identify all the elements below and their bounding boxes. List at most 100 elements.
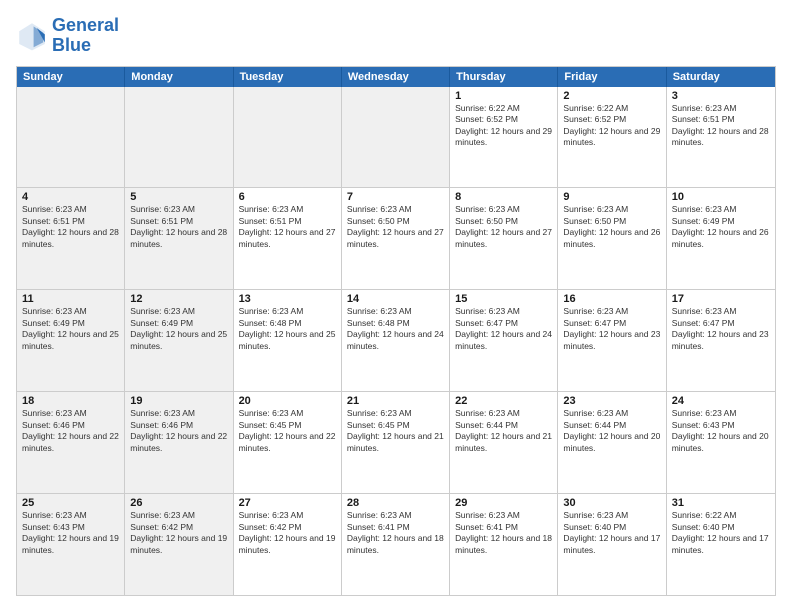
day-number: 1: [455, 90, 552, 102]
day-number: 9: [563, 191, 660, 203]
day-number: 29: [455, 497, 552, 509]
day-info: Sunrise: 6:23 AM Sunset: 6:43 PM Dayligh…: [22, 510, 119, 556]
day-info: Sunrise: 6:23 AM Sunset: 6:51 PM Dayligh…: [239, 204, 336, 250]
day-info: Sunrise: 6:23 AM Sunset: 6:51 PM Dayligh…: [672, 103, 770, 149]
day-info: Sunrise: 6:23 AM Sunset: 6:46 PM Dayligh…: [130, 408, 227, 454]
day-info: Sunrise: 6:23 AM Sunset: 6:49 PM Dayligh…: [672, 204, 770, 250]
day-number: 10: [672, 191, 770, 203]
day-number: 26: [130, 497, 227, 509]
day-number: 25: [22, 497, 119, 509]
day-info: Sunrise: 6:23 AM Sunset: 6:42 PM Dayligh…: [130, 510, 227, 556]
day-info: Sunrise: 6:23 AM Sunset: 6:40 PM Dayligh…: [563, 510, 660, 556]
calendar-cell: 5Sunrise: 6:23 AM Sunset: 6:51 PM Daylig…: [125, 188, 233, 289]
day-info: Sunrise: 6:23 AM Sunset: 6:41 PM Dayligh…: [455, 510, 552, 556]
calendar-cell: 31Sunrise: 6:22 AM Sunset: 6:40 PM Dayli…: [667, 494, 775, 595]
day-number: 2: [563, 90, 660, 102]
day-info: Sunrise: 6:23 AM Sunset: 6:44 PM Dayligh…: [563, 408, 660, 454]
calendar-cell: [17, 87, 125, 188]
day-info: Sunrise: 6:23 AM Sunset: 6:45 PM Dayligh…: [239, 408, 336, 454]
calendar-header: SundayMondayTuesdayWednesdayThursdayFrid…: [17, 67, 775, 87]
calendar-cell: 6Sunrise: 6:23 AM Sunset: 6:51 PM Daylig…: [234, 188, 342, 289]
calendar-body: 1Sunrise: 6:22 AM Sunset: 6:52 PM Daylig…: [17, 87, 775, 595]
calendar-cell: 21Sunrise: 6:23 AM Sunset: 6:45 PM Dayli…: [342, 392, 450, 493]
day-info: Sunrise: 6:23 AM Sunset: 6:51 PM Dayligh…: [130, 204, 227, 250]
calendar-cell: 2Sunrise: 6:22 AM Sunset: 6:52 PM Daylig…: [558, 87, 666, 188]
day-number: 21: [347, 395, 444, 407]
calendar-cell: 24Sunrise: 6:23 AM Sunset: 6:43 PM Dayli…: [667, 392, 775, 493]
calendar-cell: 16Sunrise: 6:23 AM Sunset: 6:47 PM Dayli…: [558, 290, 666, 391]
day-info: Sunrise: 6:23 AM Sunset: 6:50 PM Dayligh…: [563, 204, 660, 250]
day-info: Sunrise: 6:23 AM Sunset: 6:48 PM Dayligh…: [239, 306, 336, 352]
calendar-cell: 13Sunrise: 6:23 AM Sunset: 6:48 PM Dayli…: [234, 290, 342, 391]
day-info: Sunrise: 6:22 AM Sunset: 6:52 PM Dayligh…: [563, 103, 660, 149]
day-info: Sunrise: 6:23 AM Sunset: 6:43 PM Dayligh…: [672, 408, 770, 454]
calendar-cell: 4Sunrise: 6:23 AM Sunset: 6:51 PM Daylig…: [17, 188, 125, 289]
day-number: 31: [672, 497, 770, 509]
calendar: SundayMondayTuesdayWednesdayThursdayFrid…: [16, 66, 776, 596]
day-number: 14: [347, 293, 444, 305]
calendar-cell: 29Sunrise: 6:23 AM Sunset: 6:41 PM Dayli…: [450, 494, 558, 595]
day-number: 20: [239, 395, 336, 407]
day-number: 11: [22, 293, 119, 305]
calendar-row: 25Sunrise: 6:23 AM Sunset: 6:43 PM Dayli…: [17, 494, 775, 595]
day-number: 4: [22, 191, 119, 203]
weekday-header: Friday: [558, 67, 666, 87]
calendar-cell: 8Sunrise: 6:23 AM Sunset: 6:50 PM Daylig…: [450, 188, 558, 289]
day-number: 22: [455, 395, 552, 407]
calendar-cell: 23Sunrise: 6:23 AM Sunset: 6:44 PM Dayli…: [558, 392, 666, 493]
weekday-header: Wednesday: [342, 67, 450, 87]
calendar-cell: 18Sunrise: 6:23 AM Sunset: 6:46 PM Dayli…: [17, 392, 125, 493]
day-number: 13: [239, 293, 336, 305]
day-number: 16: [563, 293, 660, 305]
day-info: Sunrise: 6:23 AM Sunset: 6:47 PM Dayligh…: [563, 306, 660, 352]
day-number: 24: [672, 395, 770, 407]
day-info: Sunrise: 6:23 AM Sunset: 6:44 PM Dayligh…: [455, 408, 552, 454]
day-info: Sunrise: 6:23 AM Sunset: 6:41 PM Dayligh…: [347, 510, 444, 556]
weekday-header: Sunday: [17, 67, 125, 87]
calendar-cell: 14Sunrise: 6:23 AM Sunset: 6:48 PM Dayli…: [342, 290, 450, 391]
day-number: 17: [672, 293, 770, 305]
day-info: Sunrise: 6:23 AM Sunset: 6:51 PM Dayligh…: [22, 204, 119, 250]
day-number: 23: [563, 395, 660, 407]
calendar-cell: 1Sunrise: 6:22 AM Sunset: 6:52 PM Daylig…: [450, 87, 558, 188]
header: General Blue: [16, 16, 776, 56]
day-info: Sunrise: 6:23 AM Sunset: 6:45 PM Dayligh…: [347, 408, 444, 454]
calendar-row: 1Sunrise: 6:22 AM Sunset: 6:52 PM Daylig…: [17, 87, 775, 189]
calendar-cell: 15Sunrise: 6:23 AM Sunset: 6:47 PM Dayli…: [450, 290, 558, 391]
day-info: Sunrise: 6:23 AM Sunset: 6:50 PM Dayligh…: [455, 204, 552, 250]
calendar-cell: 30Sunrise: 6:23 AM Sunset: 6:40 PM Dayli…: [558, 494, 666, 595]
day-number: 18: [22, 395, 119, 407]
logo-text: General Blue: [52, 16, 119, 56]
calendar-row: 18Sunrise: 6:23 AM Sunset: 6:46 PM Dayli…: [17, 392, 775, 494]
calendar-cell: 28Sunrise: 6:23 AM Sunset: 6:41 PM Dayli…: [342, 494, 450, 595]
day-number: 30: [563, 497, 660, 509]
day-info: Sunrise: 6:23 AM Sunset: 6:46 PM Dayligh…: [22, 408, 119, 454]
weekday-header: Monday: [125, 67, 233, 87]
day-number: 5: [130, 191, 227, 203]
weekday-header: Tuesday: [234, 67, 342, 87]
calendar-cell: 25Sunrise: 6:23 AM Sunset: 6:43 PM Dayli…: [17, 494, 125, 595]
day-number: 3: [672, 90, 770, 102]
day-info: Sunrise: 6:23 AM Sunset: 6:47 PM Dayligh…: [455, 306, 552, 352]
calendar-cell: 27Sunrise: 6:23 AM Sunset: 6:42 PM Dayli…: [234, 494, 342, 595]
calendar-cell: 7Sunrise: 6:23 AM Sunset: 6:50 PM Daylig…: [342, 188, 450, 289]
logo: General Blue: [16, 16, 119, 56]
calendar-cell: 19Sunrise: 6:23 AM Sunset: 6:46 PM Dayli…: [125, 392, 233, 493]
day-info: Sunrise: 6:23 AM Sunset: 6:48 PM Dayligh…: [347, 306, 444, 352]
calendar-row: 11Sunrise: 6:23 AM Sunset: 6:49 PM Dayli…: [17, 290, 775, 392]
calendar-cell: 20Sunrise: 6:23 AM Sunset: 6:45 PM Dayli…: [234, 392, 342, 493]
day-info: Sunrise: 6:23 AM Sunset: 6:49 PM Dayligh…: [22, 306, 119, 352]
calendar-row: 4Sunrise: 6:23 AM Sunset: 6:51 PM Daylig…: [17, 188, 775, 290]
calendar-cell: 12Sunrise: 6:23 AM Sunset: 6:49 PM Dayli…: [125, 290, 233, 391]
page: General Blue SundayMondayTuesdayWednesda…: [0, 0, 792, 612]
day-number: 6: [239, 191, 336, 203]
calendar-cell: 22Sunrise: 6:23 AM Sunset: 6:44 PM Dayli…: [450, 392, 558, 493]
day-number: 8: [455, 191, 552, 203]
day-number: 27: [239, 497, 336, 509]
day-info: Sunrise: 6:22 AM Sunset: 6:52 PM Dayligh…: [455, 103, 552, 149]
day-info: Sunrise: 6:22 AM Sunset: 6:40 PM Dayligh…: [672, 510, 770, 556]
calendar-cell: 10Sunrise: 6:23 AM Sunset: 6:49 PM Dayli…: [667, 188, 775, 289]
calendar-cell: [234, 87, 342, 188]
weekday-header: Thursday: [450, 67, 558, 87]
day-number: 19: [130, 395, 227, 407]
